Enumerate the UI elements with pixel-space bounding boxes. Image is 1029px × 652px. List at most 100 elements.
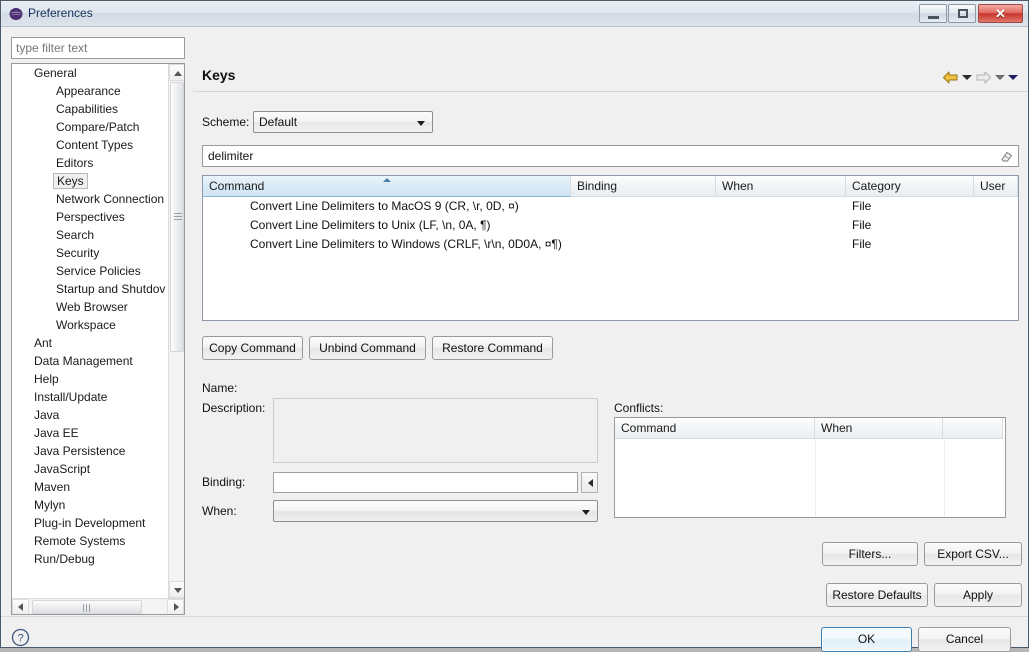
sidebar-item-ant[interactable]: Ant [12, 334, 170, 352]
sidebar-item-java-persistence[interactable]: Java Persistence [12, 442, 170, 460]
sidebar-item-javascript[interactable]: JavaScript [12, 460, 170, 478]
ok-button[interactable]: OK [821, 627, 912, 652]
sidebar-item-compare-patch[interactable]: Compare/Patch [12, 118, 170, 136]
sidebar-item-perspectives[interactable]: Perspectives [12, 208, 170, 226]
when-combobox[interactable] [273, 500, 598, 522]
sidebar-item-mylyn[interactable]: Mylyn [12, 496, 170, 514]
column-header-category[interactable]: Category [846, 176, 974, 197]
title-bar: Preferences ✕ [1, 1, 1028, 27]
sidebar-item-keys[interactable]: Keys [12, 172, 170, 190]
close-button[interactable]: ✕ [978, 4, 1023, 23]
preferences-tree-panel: General Appearance Capabilities Compare/Pat… [11, 63, 185, 615]
cell-command: Convert Line Delimiters to MacOS 9 (CR, … [250, 199, 519, 213]
sidebar-item-label: Editors [56, 156, 94, 170]
sidebar-item-maven[interactable]: Maven [12, 478, 170, 496]
column-header-binding[interactable]: Binding [571, 176, 716, 197]
sidebar-item-label: Search [56, 228, 95, 242]
tree-horizontal-scrollbar[interactable] [12, 598, 184, 614]
scheme-combobox[interactable]: Default [253, 111, 433, 133]
sidebar-item-data-management[interactable]: Data Management [12, 352, 170, 370]
cancel-button[interactable]: Cancel [918, 627, 1011, 652]
sidebar-item-web-browser[interactable]: Web Browser [12, 298, 170, 316]
sidebar-item-label: Startup and Shutdov [56, 282, 166, 296]
key-filter-input[interactable] [203, 146, 993, 166]
back-arrow-icon[interactable] [942, 70, 959, 85]
sidebar-item-service-policies[interactable]: Service Policies [12, 262, 170, 280]
sidebar-item-label: Security [56, 246, 100, 260]
sidebar-item-search[interactable]: Search [12, 226, 170, 244]
sidebar-item-label: Compare/Patch [56, 120, 140, 134]
column-header-when[interactable]: When [716, 176, 846, 197]
sidebar-item-workspace[interactable]: Workspace [12, 316, 170, 334]
minimize-button[interactable] [919, 4, 947, 23]
sidebar-filter-box[interactable] [11, 37, 185, 59]
tree-scroll-thumb[interactable] [170, 82, 184, 352]
cell-command: Convert Line Delimiters to Unix (LF, \n,… [250, 218, 491, 232]
column-header-command[interactable]: Command [203, 176, 571, 197]
unbind-command-button[interactable]: Unbind Command [309, 336, 426, 360]
description-field[interactable] [273, 398, 598, 463]
conflicts-table[interactable]: Command When [614, 417, 1006, 518]
scroll-left-button[interactable] [12, 599, 29, 614]
sidebar-item-java-ee[interactable]: Java EE [12, 424, 170, 442]
tree-hscroll-thumb[interactable] [32, 600, 142, 614]
maximize-button[interactable] [948, 4, 976, 23]
copy-command-button[interactable]: Copy Command [202, 336, 303, 360]
sidebar-item-security[interactable]: Security [12, 244, 170, 262]
left-triangle-icon [588, 479, 593, 487]
sidebar-item-capabilities[interactable]: Capabilities [12, 100, 170, 118]
sidebar-item-java[interactable]: Java [12, 406, 170, 424]
cell-command: Convert Line Delimiters to Windows (CRLF… [250, 237, 562, 251]
sidebar-item-startup-and-shutdov[interactable]: Startup and Shutdov [12, 280, 170, 298]
apply-button[interactable]: Apply [934, 583, 1022, 607]
minimize-icon [928, 16, 939, 19]
page-navigation [942, 67, 1018, 87]
sidebar-item-label: Network Connection [56, 192, 165, 206]
sidebar-item-editors[interactable]: Editors [12, 154, 170, 172]
conflicts-column-header-command[interactable]: Command [615, 418, 815, 439]
table-row[interactable]: Convert Line Delimiters to MacOS 9 (CR, … [203, 197, 1018, 216]
sidebar-item-appearance[interactable]: Appearance [12, 82, 170, 100]
help-question-icon[interactable]: ? [11, 628, 30, 647]
filters-button[interactable]: Filters... [822, 542, 918, 566]
export-csv-button[interactable]: Export CSV... [924, 542, 1022, 566]
preferences-tree[interactable]: General Appearance Capabilities Compare/Pat… [12, 64, 170, 596]
column-header-user[interactable]: User [974, 176, 1018, 197]
restore-defaults-button[interactable]: Restore Defaults [826, 583, 928, 607]
sidebar-item-remote-systems[interactable]: Remote Systems [12, 532, 170, 550]
when-label: When: [202, 504, 237, 518]
eraser-icon[interactable] [999, 149, 1014, 163]
page-title: Keys [202, 67, 236, 83]
view-menu-chevron-down-icon[interactable] [1008, 74, 1018, 80]
scroll-up-button[interactable] [169, 64, 184, 81]
scroll-down-button[interactable] [169, 581, 184, 598]
table-row[interactable]: Convert Line Delimiters to Windows (CRLF… [203, 235, 1018, 254]
sidebar-item-network-connection[interactable]: Network Connection [12, 190, 170, 208]
conflicts-column-divider [815, 439, 816, 517]
sidebar-item-content-types[interactable]: Content Types [12, 136, 170, 154]
binding-field[interactable] [273, 472, 578, 493]
binding-input[interactable] [274, 473, 577, 492]
sidebar-item-run-debug[interactable]: Run/Debug [12, 550, 170, 568]
table-body[interactable]: Convert Line Delimiters to MacOS 9 (CR, … [203, 197, 1018, 320]
sidebar-item-help[interactable]: Help [12, 370, 170, 388]
back-history-chevron-down-icon[interactable] [962, 74, 972, 80]
sidebar-filter-input[interactable] [12, 38, 184, 58]
conflicts-column-header-when[interactable]: When [815, 418, 943, 439]
table-row[interactable]: Convert Line Delimiters to Unix (LF, \n,… [203, 216, 1018, 235]
scroll-grip-icon [83, 604, 91, 612]
sidebar-item-label: Perspectives [56, 210, 125, 224]
sidebar-item-general[interactable]: General [12, 64, 170, 82]
tree-vertical-scrollbar[interactable] [168, 64, 184, 598]
sidebar-item-plug-in-development[interactable]: Plug-in Development [12, 514, 170, 532]
key-filter-box[interactable] [202, 145, 1019, 167]
conflicts-column-header-blank[interactable] [943, 418, 1003, 439]
scheme-label: Scheme: [202, 115, 250, 129]
maximize-icon [958, 9, 968, 18]
sidebar-item-label: Maven [34, 480, 71, 494]
scroll-right-button[interactable] [167, 599, 184, 614]
key-bindings-table[interactable]: Command Binding When Category User Convert L… [202, 175, 1019, 321]
binding-insert-button[interactable] [581, 472, 598, 493]
sidebar-item-install-update[interactable]: Install/Update [12, 388, 170, 406]
restore-command-button[interactable]: Restore Command [432, 336, 553, 360]
